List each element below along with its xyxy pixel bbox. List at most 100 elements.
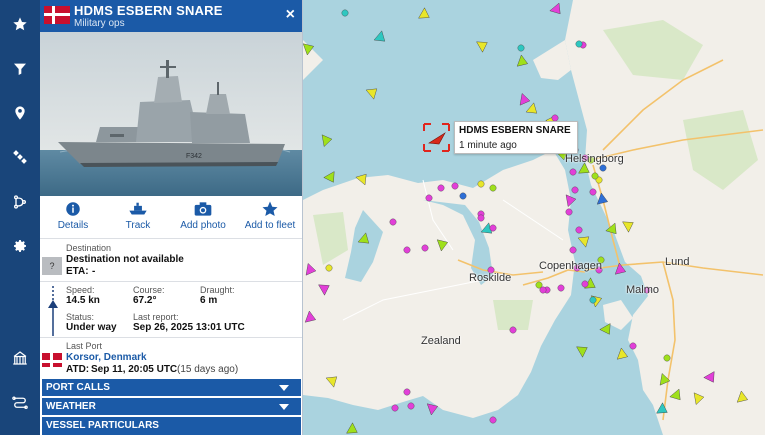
atd-value: Sep 11, 20:05 UTC [91,364,178,375]
vessel-anchored-marker [517,44,525,52]
map-label-copenhagen: Copenhagen [539,260,603,272]
vessel-anchored-marker [459,192,467,200]
vessel-marker [476,41,488,53]
vessel-anchored-marker [591,172,599,180]
vessel-info-panel: HDMS ESBERN SNARE Military ops × F342 De… [40,0,303,435]
speed-label: Speed: [66,285,95,295]
atd-label: ATD: [66,364,90,375]
status-label: Status: [66,312,95,322]
gear-icon[interactable] [8,234,32,258]
add-photo-button[interactable]: Add photo [171,200,235,231]
vessel-marker [516,54,529,67]
vessel-anchored-marker [425,194,433,202]
vessel-anchored-marker [325,264,333,272]
vessel-anchored-marker [421,244,429,252]
tooltip-vessel-name: HDMS ESBERN SNARE [459,125,571,136]
eta-value: - [92,266,96,277]
vessel-marker [373,30,386,42]
star-icon [262,201,278,217]
vessel-anchored-marker [407,402,415,410]
vessel-anchored-marker [477,214,485,222]
vessel-anchored-marker [557,284,565,292]
vessel-anchored-marker [341,9,349,17]
vessel-anchored-marker [575,40,583,48]
speed-value: 14.5 kn [66,295,100,306]
vessel-anchored-marker [571,186,579,194]
vessel-marker [365,88,378,100]
star-icon[interactable] [8,12,32,36]
voyage-progress-icon [48,286,58,336]
vessel-marker [576,346,588,358]
map-label-zealand: Zealand [421,335,461,347]
add-to-fleet-button[interactable]: Add to fleet [238,200,302,231]
divider [40,238,302,239]
close-icon[interactable]: × [286,6,295,24]
track-ship-icon [129,202,147,215]
vessel-anchored-marker [569,246,577,254]
filter-icon[interactable] [8,57,32,81]
vessel-anchored-marker [403,246,411,254]
vessel-anchored-marker [489,184,497,192]
last-port-label: Last Port [66,341,103,351]
vessel-anchored-marker [539,286,547,294]
vessel-anchored-marker [589,188,597,196]
vessel-marker [525,102,538,114]
map-label-roskilde: Roskilde [469,272,512,284]
info-icon [66,202,80,216]
location-pin-icon[interactable] [8,101,32,125]
weather-section[interactable]: WEATHER [42,398,301,415]
port-calls-label: PORT CALLS [46,382,110,393]
vessel-marker [616,347,629,360]
vessel-anchored-marker [451,182,459,190]
vessel-marker [321,134,333,148]
route-planner-icon[interactable] [8,390,32,414]
vessel-anchored-marker [489,224,497,232]
vessel-type: Military ops [74,18,125,29]
eta-label: ETA: [66,266,89,277]
map-label-malmo: Malmo [626,284,660,296]
vessel-actions: Details Track Add photo Add to fleet [40,200,302,236]
port-icon[interactable] [8,346,32,370]
vessel-anchored-marker [565,208,573,216]
camera-icon [194,202,212,216]
vessel-marker [346,422,358,434]
vessel-marker [323,171,335,183]
map-view[interactable]: Helsingborg Copenhagen Roskilde Zealand … [303,0,765,435]
vessel-photo[interactable]: F342 [40,32,302,196]
map-label-helsingborg: Helsingborg [565,153,624,165]
map-canvas [303,0,765,435]
last-report-value: Sep 26, 2025 13:01 UTC [133,322,245,333]
vessel-anchored-marker [599,164,607,172]
last-report-label: Last report: [133,312,179,322]
hull-number: F342 [186,153,202,160]
destination-label: Destination [66,243,112,253]
vessel-anchored-marker [581,280,589,288]
destination-value: Destination not available [66,254,184,265]
vessel-particulars-label: VESSEL PARTICULARS [46,420,159,431]
vessel-anchored-marker [391,404,399,412]
status-value: Under way [66,322,117,333]
vessel-tooltip[interactable]: HDMS ESBERN SNARE 1 minute ago [454,121,578,154]
vessel-anchored-marker [403,388,411,396]
vessel-anchored-marker [575,226,583,234]
selected-vessel-marker [423,123,450,152]
port-calls-section[interactable]: PORT CALLS [42,379,301,396]
vessel-anchored-marker [389,218,397,226]
vessel-anchored-marker [477,180,485,188]
satellite-icon[interactable] [8,145,32,169]
chevron-down-icon [279,404,289,410]
last-port-link[interactable]: Korsor, Denmark [66,352,147,363]
track-label: Track [125,220,151,231]
vessel-marker [549,2,561,15]
add-photo-label: Add photo [180,220,226,231]
weather-label: WEATHER [46,401,96,412]
vessel-anchored-marker [569,168,577,176]
course-label: Course: [133,285,165,295]
route-icon[interactable] [8,190,32,214]
unknown-port-icon: ? [42,257,62,275]
vessel-marker [418,7,430,19]
details-button[interactable]: Details [41,200,105,231]
track-button[interactable]: Track [106,200,170,231]
vessel-particulars-section[interactable]: VESSEL PARTICULARS [42,417,301,435]
map-label-lund: Lund [665,256,690,268]
